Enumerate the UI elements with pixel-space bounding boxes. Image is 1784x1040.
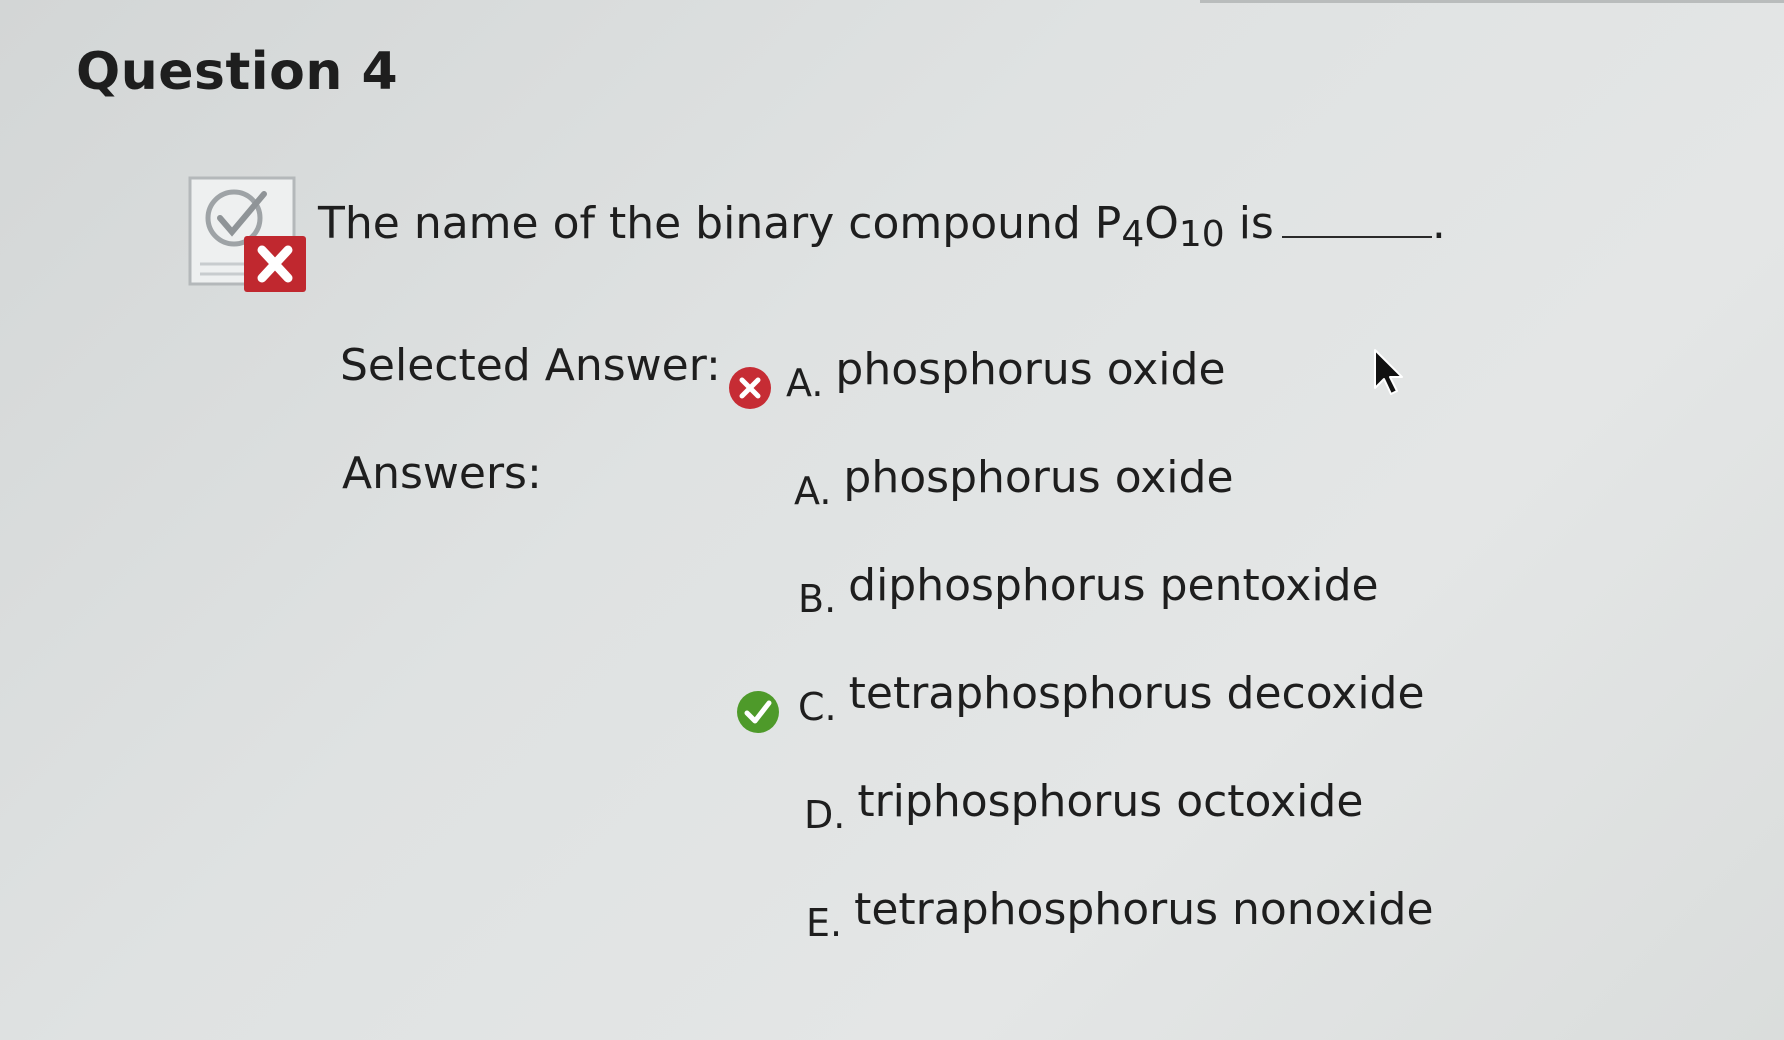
question-period: . [1431, 198, 1446, 249]
answer-letter: C. [798, 685, 837, 729]
answer-option-b: B. diphosphorus pentoxide [798, 560, 1379, 621]
answer-letter: E. [806, 901, 843, 945]
answer-text: tetraphosphorus nonoxide [854, 884, 1434, 935]
answer-text: diphosphorus pentoxide [848, 560, 1379, 611]
selected-answer-letter: A. [786, 361, 824, 405]
top-divider [1200, 0, 1784, 3]
incorrect-icon [728, 366, 772, 410]
answer-letter: A. [794, 469, 832, 513]
selected-answer: A. phosphorus oxide [786, 344, 1226, 405]
incorrect-badge-icon [186, 174, 308, 296]
selected-answer-label: Selected Answer: [340, 340, 721, 391]
answer-option-c: C. tetraphosphorus decoxide [798, 668, 1425, 729]
answers-label: Answers: [342, 448, 542, 499]
answer-text: triphosphorus octoxide [857, 776, 1364, 827]
question-text: The name of the binary compound P4O10 is… [318, 192, 1446, 253]
answer-text: tetraphosphorus decoxide [848, 668, 1425, 719]
answer-option-e: E. tetraphosphorus nonoxide [806, 884, 1434, 945]
mouse-cursor-icon [1372, 348, 1406, 398]
answer-letter: B. [798, 577, 837, 621]
answer-option-a: A. phosphorus oxide [794, 452, 1234, 513]
subscript-10: 10 [1178, 214, 1225, 255]
question-text-mid: O [1144, 198, 1179, 249]
answer-blank [1281, 192, 1432, 238]
selected-answer-text: phosphorus oxide [835, 344, 1226, 395]
answer-option-d: D. triphosphorus octoxide [804, 776, 1364, 837]
question-title: Question 4 [76, 42, 399, 102]
answer-text: phosphorus oxide [843, 452, 1234, 503]
subscript-4: 4 [1121, 214, 1145, 255]
correct-icon [736, 690, 780, 734]
question-text-suffix: is [1224, 198, 1274, 249]
question-text-prefix: The name of the binary compound P [318, 198, 1122, 249]
answer-letter: D. [804, 793, 846, 837]
